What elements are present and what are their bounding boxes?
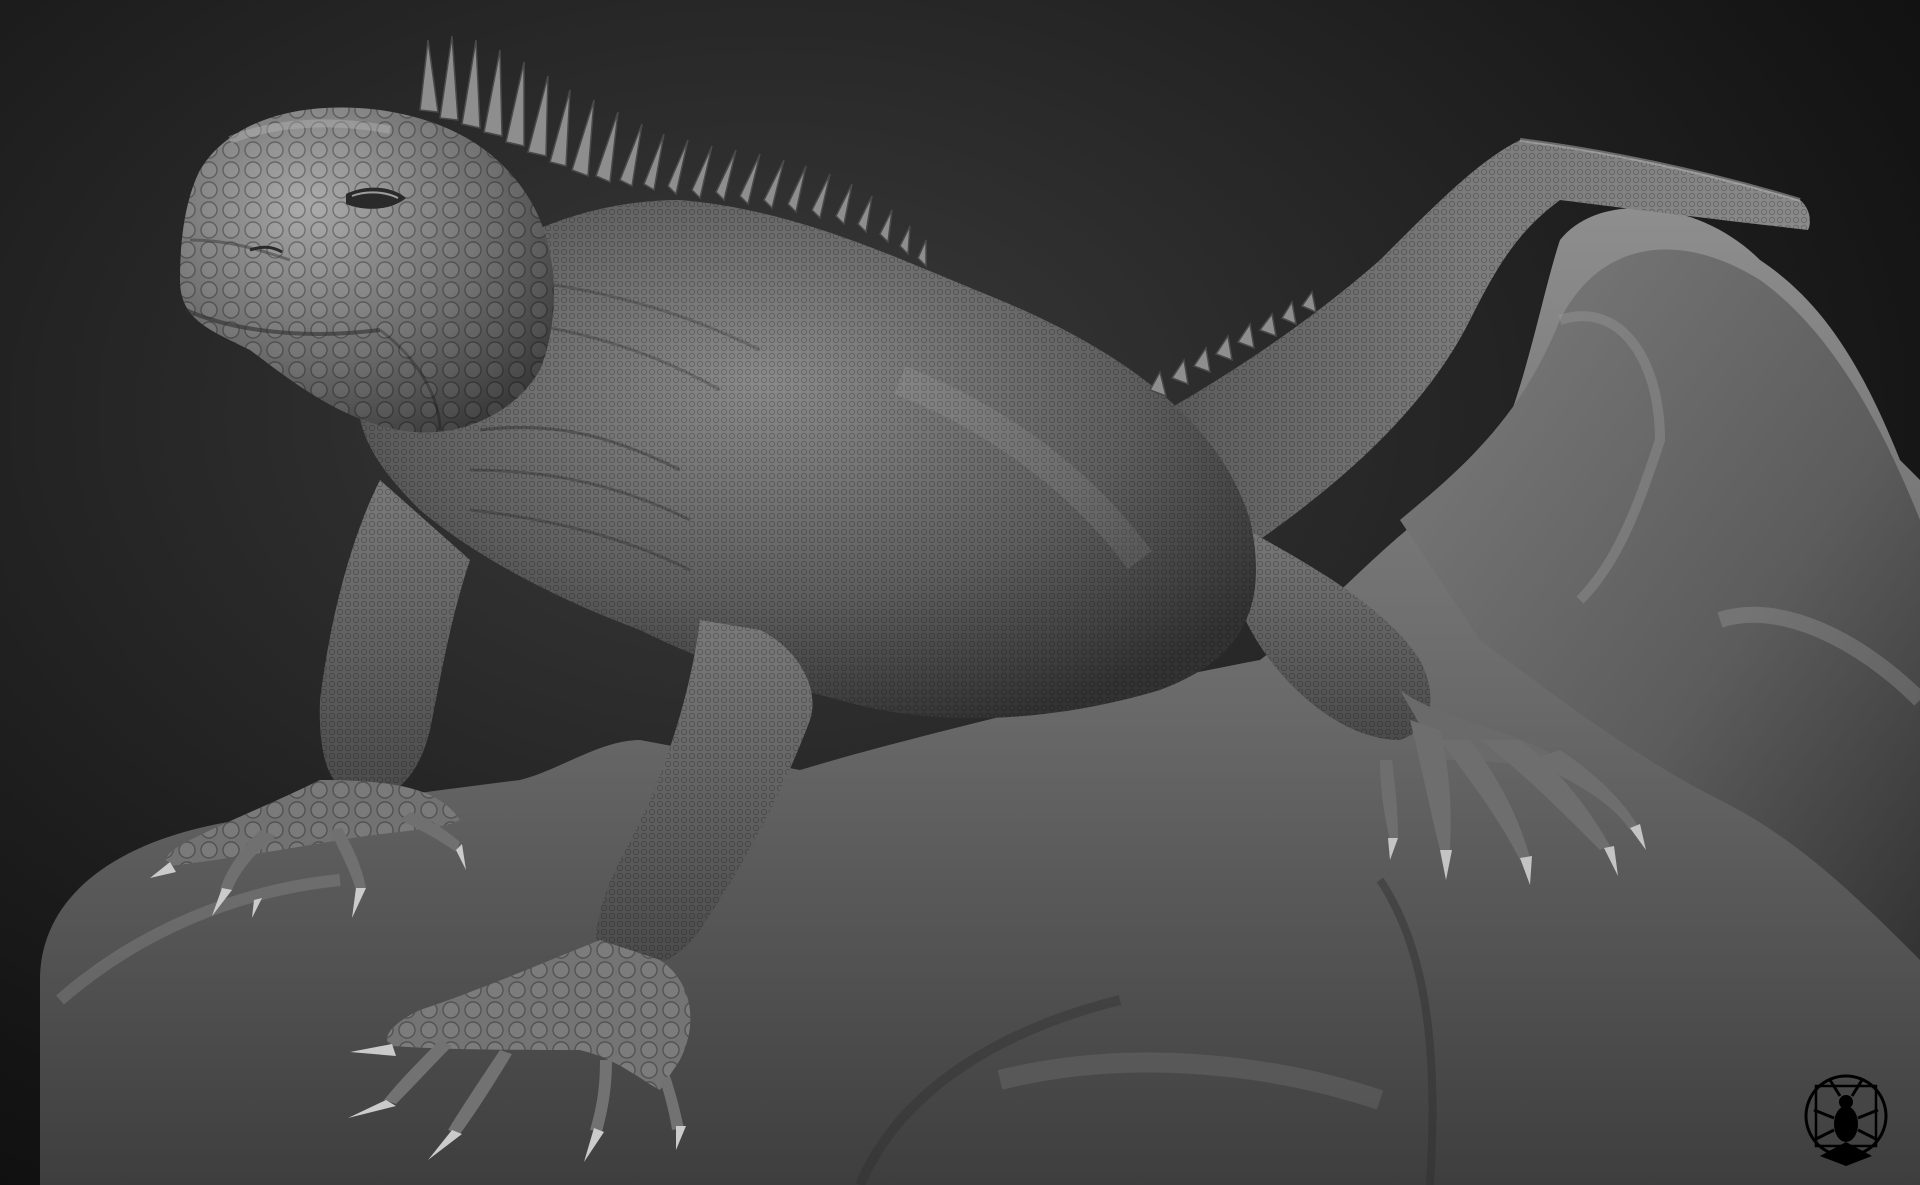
iguana-scene [40, 35, 1920, 1185]
beetle-emblem-icon [1804, 1074, 1888, 1166]
head [180, 107, 554, 433]
render-canvas [0, 0, 1920, 1185]
